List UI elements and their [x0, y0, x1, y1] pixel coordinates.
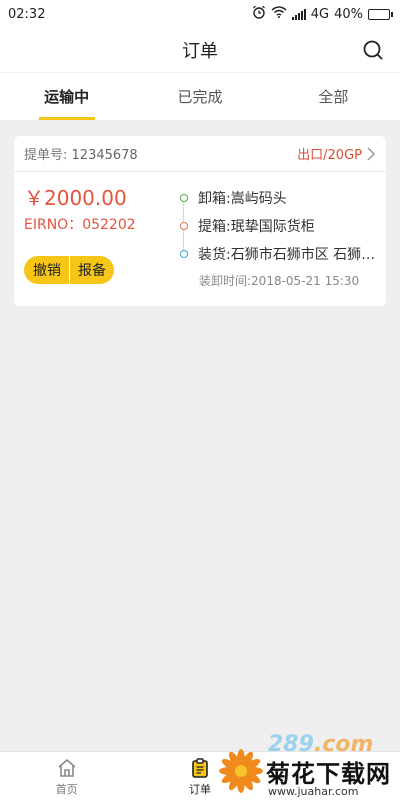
bill-number-value: 12345678 — [71, 148, 138, 163]
stop-unload-text: 卸箱:嵩屿码头 — [198, 191, 287, 207]
stop-dot-icon — [180, 194, 188, 202]
stop-load-text: 装货:石狮市石狮市区 石狮市石狮市区 — [198, 247, 376, 263]
report-button[interactable]: 报备 — [70, 256, 114, 284]
page-title: 订单 — [182, 41, 218, 62]
order-price: ￥2000.00 — [24, 186, 127, 210]
flower-logo-icon — [219, 749, 263, 793]
route-timeline: 卸箱:嵩屿码头 提箱:珉挚国际货柜 装货:石狮市石狮市区 石狮市石狮市区 装卸时… — [171, 184, 376, 289]
watermark: 289.com 菊花下载网 www.juahar.com — [212, 732, 400, 801]
eirno: EIRNO：052202 — [24, 217, 136, 233]
clipboard-icon — [192, 757, 208, 778]
battery-percent: 40% — [334, 6, 363, 22]
alarm-icon — [252, 5, 266, 23]
tab-all[interactable]: 全部 — [267, 73, 400, 120]
tab-in-transit[interactable]: 运输中 — [0, 73, 133, 120]
battery-icon — [368, 8, 393, 20]
search-button[interactable] — [360, 37, 386, 63]
order-detail-link[interactable]: 出口/20GP — [297, 144, 376, 163]
bill-number-label: 提单号: — [24, 148, 68, 163]
status-time: 02:32 — [8, 6, 46, 22]
watermark-url: www.juahar.com — [268, 785, 359, 798]
search-icon — [363, 40, 383, 60]
cancel-button[interactable]: 撤销 — [24, 256, 70, 284]
stop-dot-icon — [180, 250, 188, 258]
stop-dot-icon — [180, 222, 188, 230]
container-type: 出口/20GP — [297, 148, 362, 163]
stop-unload: 卸箱:嵩屿码头 — [180, 184, 376, 212]
app-header: 订单 — [0, 28, 400, 72]
chevron-right-icon — [367, 146, 376, 161]
bill-number: 提单号: 12345678 — [24, 144, 138, 163]
status-icons: 4G 40% — [252, 5, 393, 23]
signal-icon — [291, 8, 306, 20]
stop-pickup: 提箱:珉挚国际货柜 — [180, 212, 376, 240]
status-bar: 02:32 4G 40% — [0, 0, 400, 28]
order-card-header: 提单号: 12345678 出口/20GP — [14, 136, 386, 172]
tab-completed[interactable]: 已完成 — [133, 73, 266, 120]
nav-home[interactable]: 首页 — [0, 752, 133, 801]
stop-load: 装货:石狮市石狮市区 石狮市石狮市区 — [180, 240, 376, 268]
stop-pickup-text: 提箱:珉挚国际货柜 — [198, 219, 315, 235]
order-card[interactable]: 提单号: 12345678 出口/20GP ￥2000.00 EIRNO：052… — [14, 136, 386, 306]
wifi-icon — [271, 6, 287, 22]
order-card-body: ￥2000.00 EIRNO：052202 撤销 报备 卸箱:嵩屿码头 提箱:珉… — [14, 172, 386, 289]
watermark-title: 菊花下载网 — [266, 760, 391, 788]
order-summary: ￥2000.00 EIRNO：052202 撤销 报备 — [24, 184, 171, 289]
nav-home-label: 首页 — [55, 782, 78, 796]
order-tabs: 运输中 已完成 全部 — [0, 72, 400, 120]
network-type: 4G — [310, 6, 330, 22]
order-actions: 撤销 报备 — [24, 256, 114, 284]
nav-orders-label: 订单 — [188, 782, 211, 796]
home-icon — [58, 758, 76, 777]
load-time: 装卸时间:2018-05-21 15:30 — [199, 274, 360, 288]
